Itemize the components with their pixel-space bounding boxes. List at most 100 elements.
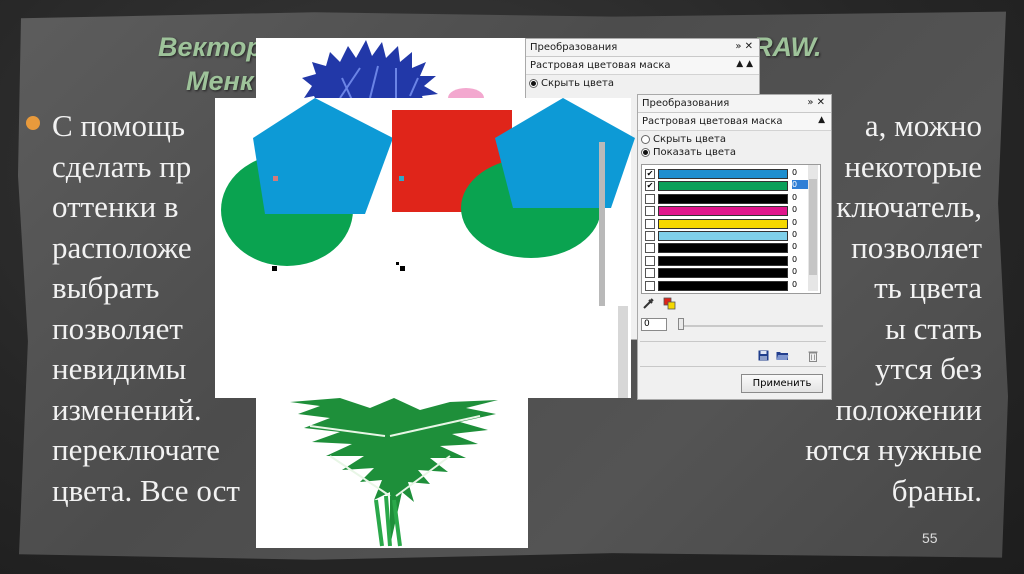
body-line-left: расположе	[52, 229, 192, 265]
color-checkbox[interactable]	[645, 231, 655, 241]
body-line-right: ть цвета	[874, 270, 982, 305]
eyedropper-icon[interactable]	[643, 297, 655, 309]
color-swatch	[658, 218, 788, 229]
page-number: 55	[922, 530, 938, 546]
color-row[interactable]: 0	[642, 242, 808, 254]
body-line-right: браны.	[891, 472, 982, 508]
body-line-left: переключате	[52, 432, 220, 467]
apply-button[interactable]: Применить	[741, 374, 823, 393]
body-line-right: ются нужные	[805, 432, 982, 467]
color-list-scrollbar[interactable]	[808, 165, 818, 291]
body-line-left: С помощь	[52, 108, 186, 143]
scrollbar-thumb[interactable]	[809, 179, 817, 275]
panel-back-option-hide-label: Скрыть цвета	[541, 78, 614, 89]
tolerance-slider-track[interactable]	[678, 325, 823, 327]
color-row[interactable]: 0	[642, 205, 808, 217]
slide-title-line2: Менк	[186, 66, 254, 96]
color-tolerance-value[interactable]: 0	[792, 205, 808, 214]
color-row[interactable]: 0	[642, 193, 808, 204]
color-checkbox[interactable]	[645, 280, 655, 291]
body-line-left: изменений.	[52, 391, 202, 427]
body-line-right: положении	[835, 391, 982, 427]
palm-leaf-graphic	[290, 398, 498, 547]
panel-front-option-hide-label: Скрыть цвета	[653, 134, 726, 145]
panel-front-option-hide[interactable]: Скрыть цвета	[638, 133, 831, 146]
body-line-right: некоторые	[844, 148, 982, 184]
color-swatch	[658, 169, 788, 179]
body-line-left: оттенки в	[52, 189, 179, 224]
color-row[interactable]: 0	[642, 218, 808, 229]
color-row[interactable]: 0	[642, 255, 808, 266]
body-line-left: позволяет	[52, 310, 183, 346]
color-swatch	[658, 243, 788, 254]
panel-front-option-show[interactable]: Показать цвета	[638, 146, 831, 159]
panel-back-title: Преобразования	[530, 42, 618, 53]
color-checkbox[interactable]	[645, 243, 655, 254]
color-checkbox[interactable]	[645, 193, 655, 204]
color-tolerance-value[interactable]: 0	[792, 230, 808, 239]
color-swatch	[658, 193, 788, 204]
color-tolerance-value[interactable]: 0	[792, 242, 808, 251]
color-swatch	[658, 206, 788, 217]
slide: Вектор RAW. Менк С помощь а, можно сделать…	[0, 0, 1024, 574]
slide-title-line1: Вектор	[158, 32, 263, 62]
body-line-right: ы стать	[885, 310, 982, 346]
color-tolerance-value[interactable]: 0	[792, 267, 808, 276]
color-select-icon[interactable]	[663, 297, 677, 310]
panel-front-subtitle: Растровая цветовая маска	[642, 116, 783, 127]
open-folder-icon[interactable]	[776, 350, 789, 361]
panel-back-option-hide[interactable]: Скрыть цвета	[526, 77, 759, 90]
body-line-right: ключатель,	[836, 189, 982, 224]
radio-icon	[641, 135, 650, 144]
panel-front-collapse-icon[interactable]: ▲	[818, 115, 825, 125]
color-tolerance-value[interactable]: 0	[792, 218, 808, 227]
panel-back-controls-icon[interactable]: » ✕	[735, 41, 753, 52]
color-row[interactable]: 0	[642, 280, 808, 291]
canvas-scrollbar-2[interactable]	[618, 306, 628, 398]
slide-title-line1-end: RAW.	[753, 32, 822, 62]
color-tolerance-value[interactable]: 0	[792, 255, 808, 264]
body-line-right: утся без	[875, 351, 982, 386]
color-swatch	[658, 268, 788, 279]
canvas-scrollbar[interactable]	[599, 142, 605, 306]
color-tolerance-value[interactable]: 0	[792, 193, 808, 202]
color-checkbox[interactable]	[645, 206, 655, 217]
color-checkbox[interactable]	[645, 218, 655, 229]
panel-back-collapse-icon[interactable]: ▲ ▲	[736, 59, 753, 69]
color-swatch	[658, 181, 788, 192]
panel-back-titlebar: Преобразования » ✕	[526, 39, 759, 57]
color-mask-list[interactable]: ✔ 0 ✔ 0 0 0 0 0 0 0 0 0	[641, 164, 821, 294]
color-checkbox[interactable]: ✔	[645, 181, 655, 192]
tolerance-slider-handle[interactable]	[678, 318, 684, 330]
color-row[interactable]: 0	[642, 267, 808, 279]
color-tolerance-value[interactable]: 0	[792, 280, 808, 289]
color-swatch	[658, 231, 788, 241]
panel-front-subtitle-bar: Растровая цветовая маска ▲	[638, 113, 831, 131]
color-row[interactable]: ✔ 0	[642, 180, 808, 192]
color-tolerance-value[interactable]: 0	[792, 168, 808, 177]
panel-back-subtitle: Растровая цветовая маска	[530, 60, 671, 71]
tolerance-input[interactable]: 0	[641, 318, 667, 331]
trash-icon[interactable]	[808, 350, 818, 362]
bullet-marker	[26, 116, 40, 130]
color-checkbox[interactable]: ✔	[645, 169, 655, 179]
body-line-right: а, можно	[864, 108, 982, 143]
color-row[interactable]: 0	[642, 230, 808, 241]
body-line-left: цвета. Все ост	[52, 472, 240, 508]
panel-back-subtitle-bar: Растровая цветовая маска ▲ ▲	[526, 57, 759, 75]
body-line-right: позволяет	[851, 229, 982, 265]
panel-divider-2	[640, 366, 826, 367]
color-swatch	[658, 280, 788, 291]
color-checkbox[interactable]	[645, 268, 655, 279]
color-tolerance-value[interactable]: 0	[792, 180, 808, 190]
color-checkbox[interactable]	[645, 255, 655, 266]
color-swatch	[658, 255, 788, 266]
panel-front-titlebar: Преобразования » ✕	[638, 95, 831, 113]
panel-divider	[640, 341, 826, 342]
save-icon[interactable]	[758, 350, 769, 361]
color-row[interactable]: ✔ 0	[642, 168, 808, 179]
body-line-left: невидимы	[52, 351, 187, 386]
panel-front-controls-icon[interactable]: » ✕	[807, 97, 825, 108]
panel-front-option-show-label: Показать цвета	[653, 147, 736, 158]
body-line-left: выбрать	[52, 270, 160, 305]
